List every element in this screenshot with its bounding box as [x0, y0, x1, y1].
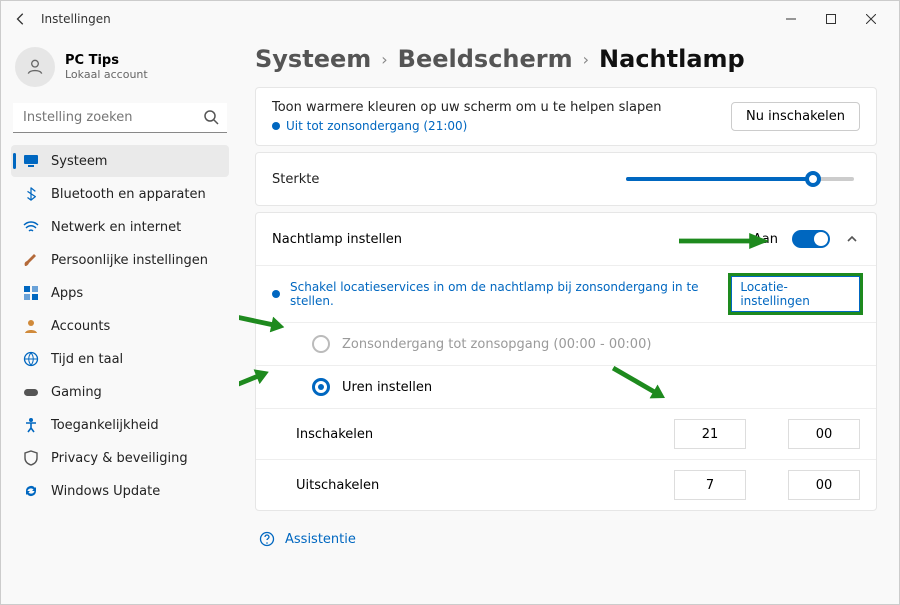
globe-icon — [23, 351, 39, 367]
arrow-left-icon — [14, 12, 28, 26]
header-desc: Toon warmere kleuren op uw scherm om u t… — [272, 100, 717, 115]
sidebar-item-label: Toegankelijkheid — [51, 418, 159, 433]
close-button[interactable] — [851, 5, 891, 33]
chevron-right-icon: › — [583, 50, 589, 69]
sidebar-item-privacy[interactable]: Privacy & beveiliging — [11, 442, 229, 474]
strength-panel: Sterkte — [255, 152, 877, 206]
chevron-up-icon — [846, 233, 858, 245]
turn-off-label: Uitschakelen — [296, 478, 416, 493]
sidebar-item-apps[interactable]: Apps — [11, 277, 229, 309]
schedule-panel: Nachtlamp instellen Aan Schakel locaties… — [255, 212, 877, 511]
window-title: Instellingen — [41, 12, 771, 26]
header-status-line: Uit tot zonsondergang (21:00) — [272, 119, 717, 133]
sidebar-item-label: Windows Update — [51, 484, 160, 499]
sidebar-item-tijd[interactable]: Tijd en taal — [11, 343, 229, 375]
option-hours-label: Uren instellen — [342, 380, 432, 395]
turn-on-row: Inschakelen 21 00 — [256, 408, 876, 459]
strength-label: Sterkte — [272, 172, 412, 187]
turn-off-row: Uitschakelen 7 00 — [256, 459, 876, 510]
titlebar: Instellingen — [1, 1, 899, 37]
turn-on-label: Inschakelen — [296, 427, 416, 442]
turn-on-minute[interactable]: 00 — [788, 419, 860, 449]
breadcrumb: Systeem › Beeldscherm › Nachtlamp — [255, 45, 877, 73]
sidebar-item-persoonlijk[interactable]: Persoonlijke instellingen — [11, 244, 229, 276]
breadcrumb-beeldscherm[interactable]: Beeldscherm — [398, 45, 573, 73]
turn-off-minute[interactable]: 00 — [788, 470, 860, 500]
update-icon — [23, 483, 39, 499]
user-name: PC Tips — [65, 53, 148, 68]
wifi-icon — [23, 219, 39, 235]
assist-link[interactable]: Assistentie — [255, 517, 877, 561]
sidebar-item-label: Privacy & beveiliging — [51, 451, 188, 466]
search-wrapper — [13, 103, 227, 133]
schedule-toggle[interactable] — [792, 230, 830, 248]
maximize-button[interactable] — [811, 5, 851, 33]
turn-on-hour[interactable]: 21 — [674, 419, 746, 449]
slider-thumb[interactable] — [805, 171, 821, 187]
sidebar-item-label: Bluetooth en apparaten — [51, 187, 206, 202]
sidebar-item-systeem[interactable]: Systeem — [11, 145, 229, 177]
avatar — [15, 47, 55, 87]
info-dot-icon — [272, 290, 280, 298]
sidebar-item-label: Gaming — [51, 385, 102, 400]
sidebar-item-label: Netwerk en internet — [51, 220, 181, 235]
location-info-text: Schakel locatieservices in om de nachtla… — [290, 280, 721, 308]
minimize-icon — [786, 14, 796, 24]
person-icon — [25, 57, 45, 77]
header-panel: Toon warmere kleuren op uw scherm om u t… — [255, 87, 877, 146]
sidebar-item-toegankelijkheid[interactable]: Toegankelijkheid — [11, 409, 229, 441]
close-icon — [866, 14, 876, 24]
back-button[interactable] — [9, 7, 33, 31]
breadcrumb-systeem[interactable]: Systeem — [255, 45, 371, 73]
turn-off-hour[interactable]: 7 — [674, 470, 746, 500]
option-hours-row[interactable]: Uren instellen — [256, 365, 876, 408]
maximize-icon — [826, 14, 836, 24]
sidebar-item-accounts[interactable]: Accounts — [11, 310, 229, 342]
brush-icon — [23, 252, 39, 268]
shield-icon — [23, 450, 39, 466]
chevron-right-icon: › — [381, 50, 387, 69]
header-status: Uit tot zonsondergang (21:00) — [286, 119, 467, 133]
bluetooth-icon — [23, 186, 39, 202]
sidebar-item-update[interactable]: Windows Update — [11, 475, 229, 507]
sidebar-item-label: Tijd en taal — [51, 352, 123, 367]
strength-slider[interactable] — [626, 177, 854, 181]
help-icon — [259, 531, 275, 547]
apps-icon — [23, 285, 39, 301]
main-content: Systeem › Beeldscherm › Nachtlamp Toon w… — [239, 37, 899, 604]
settings-window: Instellingen PC Tips Lokaal account — [0, 0, 900, 605]
assist-label: Assistentie — [285, 532, 356, 547]
breadcrumb-nachtlamp: Nachtlamp — [599, 45, 745, 73]
option-sunset-row[interactable]: Zonsondergang tot zonsopgang (00:00 - 00… — [256, 322, 876, 365]
enable-now-button[interactable]: Nu inschakelen — [731, 102, 860, 131]
sidebar-item-bluetooth[interactable]: Bluetooth en apparaten — [11, 178, 229, 210]
sidebar: PC Tips Lokaal account Systeem Bluetooth… — [1, 37, 239, 604]
minimize-button[interactable] — [771, 5, 811, 33]
person-icon — [23, 318, 39, 334]
sidebar-item-label: Accounts — [51, 319, 110, 334]
user-sub: Lokaal account — [65, 68, 148, 81]
schedule-label: Nachtlamp instellen — [272, 232, 739, 247]
user-block[interactable]: PC Tips Lokaal account — [11, 41, 229, 99]
gamepad-icon — [23, 384, 39, 400]
expand-button[interactable] — [844, 231, 860, 247]
location-settings-link[interactable]: Locatie-instellingen — [731, 276, 860, 312]
monitor-icon — [23, 153, 39, 169]
status-dot-icon — [272, 122, 280, 130]
search-input[interactable] — [13, 103, 227, 133]
option-sunset-label: Zonsondergang tot zonsopgang (00:00 - 00… — [342, 337, 651, 352]
sidebar-item-label: Systeem — [51, 154, 107, 169]
radio-sunset[interactable] — [312, 335, 330, 353]
sidebar-item-label: Apps — [51, 286, 83, 301]
accessibility-icon — [23, 417, 39, 433]
search-icon — [203, 109, 219, 125]
nav: Systeem Bluetooth en apparaten Netwerk e… — [11, 145, 229, 507]
radio-hours[interactable] — [312, 378, 330, 396]
location-info-bar: Schakel locatieservices in om de nachtla… — [256, 265, 876, 322]
sidebar-item-netwerk[interactable]: Netwerk en internet — [11, 211, 229, 243]
schedule-state-text: Aan — [753, 232, 778, 247]
sidebar-item-gaming[interactable]: Gaming — [11, 376, 229, 408]
sidebar-item-label: Persoonlijke instellingen — [51, 253, 208, 268]
